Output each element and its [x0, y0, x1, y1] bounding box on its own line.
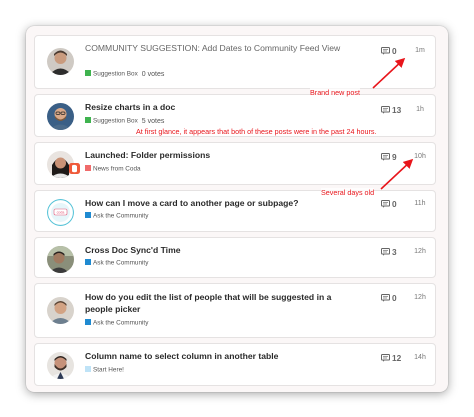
category-label[interactable]: News from Coda	[93, 166, 141, 173]
comment-count: 13	[381, 105, 401, 115]
post-age: 12h	[414, 248, 426, 255]
topic-row[interactable]: COMMUNITY SUGGESTION: Add Dates to Commu…	[34, 35, 436, 89]
avatar[interactable]	[47, 151, 80, 178]
category-color-icon	[85, 319, 91, 325]
svg-text:coda: coda	[57, 210, 65, 214]
post-age: 12h	[414, 294, 426, 301]
topic-row[interactable]: Cross Doc Sync'd Time Ask the Community …	[34, 237, 436, 278]
comment-count: 3	[381, 247, 397, 257]
comment-count: 12	[381, 353, 401, 363]
category-color-icon	[85, 70, 91, 76]
avatar[interactable]	[47, 246, 74, 273]
comment-count: 0	[381, 199, 397, 209]
topic-meta: Ask the Community	[85, 259, 148, 268]
post-age: 1m	[415, 47, 425, 54]
topic-row[interactable]: Column name to select column in another …	[34, 343, 436, 386]
comment-icon	[381, 153, 390, 161]
category-color-icon	[85, 165, 91, 171]
avatar[interactable]	[47, 103, 74, 130]
avatar[interactable]	[47, 352, 74, 379]
category-label[interactable]: Ask the Community	[93, 260, 148, 267]
avatar[interactable]	[47, 48, 74, 75]
comment-count: 9	[381, 152, 397, 162]
category-label[interactable]: Suggestion Box	[93, 118, 138, 125]
comment-count: 0	[381, 293, 397, 303]
comment-count-value: 3	[392, 247, 397, 257]
topic-title[interactable]: Launched: Folder permissions	[85, 149, 360, 161]
topic-title[interactable]: Column name to select column in another …	[85, 350, 360, 362]
comment-icon	[381, 47, 390, 55]
category-color-icon	[85, 117, 91, 123]
category-color-icon	[85, 259, 91, 265]
topic-row[interactable]: coda How can I move a card to another pa…	[34, 190, 436, 232]
comment-icon	[381, 200, 390, 208]
avatar[interactable]	[47, 297, 74, 324]
votes-count: 0 votes	[141, 70, 165, 78]
post-age: 10h	[414, 153, 426, 160]
comment-count-value: 0	[392, 293, 397, 303]
topic-title[interactable]: Cross Doc Sync'd Time	[85, 244, 360, 256]
comment-icon	[381, 248, 390, 256]
topic-meta: Ask the Community	[85, 319, 148, 328]
comment-icon	[381, 106, 390, 114]
category-label[interactable]: Start Here!	[93, 367, 124, 374]
post-age: 1h	[416, 106, 424, 113]
comment-icon	[381, 294, 390, 302]
comment-icon	[381, 354, 390, 362]
post-age: 14h	[414, 354, 426, 361]
annotation-several-days: Several days old	[321, 188, 375, 197]
topic-title[interactable]: COMMUNITY SUGGESTION: Add Dates to Commu…	[85, 42, 360, 54]
category-color-icon	[85, 212, 91, 218]
topic-meta: News from Coda	[85, 165, 141, 174]
comment-count-value: 12	[392, 353, 402, 363]
comment-count-value: 9	[392, 152, 397, 162]
comment-count-value: 0	[392, 199, 397, 209]
topic-meta: Suggestion Box 0 votes	[85, 70, 164, 79]
category-color-icon	[85, 366, 91, 372]
topic-title[interactable]: How do you edit the list of people that …	[85, 291, 360, 315]
post-age: 11h	[414, 200, 426, 207]
topic-row[interactable]: Launched: Folder permissions News from C…	[34, 142, 436, 185]
category-label[interactable]: Suggestion Box	[93, 71, 138, 78]
category-label[interactable]: Ask the Community	[93, 320, 148, 327]
annotation-first-glance: At first glance, it appears that both of…	[136, 127, 377, 136]
annotation-brand-new: Brand new post	[310, 88, 360, 97]
topic-title[interactable]: How can I move a card to another page or…	[85, 197, 360, 209]
comment-count-value: 13	[392, 105, 402, 115]
comment-count-value: 0	[392, 46, 397, 56]
category-label[interactable]: Ask the Community	[93, 213, 148, 220]
avatar[interactable]: coda	[47, 199, 74, 226]
topic-row[interactable]: How do you edit the list of people that …	[34, 283, 436, 338]
topic-title[interactable]: Resize charts in a doc	[85, 101, 360, 113]
comment-count: 0	[381, 46, 397, 56]
topic-meta: Suggestion Box 5 votes	[85, 117, 164, 126]
topic-meta: Ask the Community	[85, 212, 148, 221]
votes-count: 5 votes	[141, 117, 165, 125]
topic-meta: Start Here!	[85, 366, 124, 375]
